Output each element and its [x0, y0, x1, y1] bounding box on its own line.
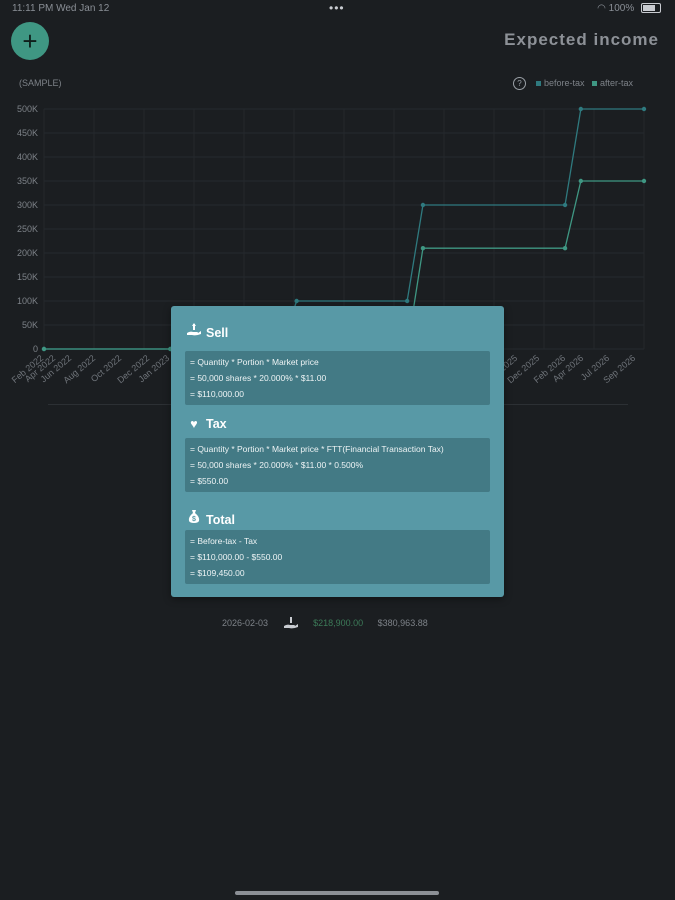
data-point-after-tax — [420, 246, 426, 251]
y-tick-label: 50K — [22, 320, 38, 330]
heart-hand-icon: ♥ — [190, 417, 198, 431]
legend-label: after-tax — [600, 78, 634, 88]
tax-formula-box: = Quantity * Portion * Market price * FT… — [185, 438, 490, 492]
y-tick-label: 400K — [17, 152, 38, 162]
data-point-before-tax — [641, 106, 647, 112]
y-tick-label: 250K — [17, 224, 38, 234]
battery-text: 100% — [608, 3, 635, 14]
sell-hand-icon — [283, 615, 299, 631]
sell-formula-box: = Quantity * Portion * Market price = 50… — [185, 351, 490, 405]
add-button[interactable]: + — [11, 22, 49, 60]
y-tick-label: 0 — [33, 344, 38, 354]
data-point-after-tax — [578, 178, 584, 184]
status-time: 11:11 PM Wed Jan 12 — [12, 3, 110, 14]
sell-line: = 50,000 shares * 20.000% * $11.00 — [190, 373, 327, 383]
battery-icon — [641, 3, 661, 14]
legend-swatch-before-tax — [536, 81, 541, 87]
data-point-before-tax — [294, 298, 299, 304]
data-point-before-tax — [578, 106, 584, 112]
status-right: ◠ 100% — [597, 3, 661, 14]
data-point-before-tax — [404, 298, 410, 304]
y-tick-label: 200K — [17, 248, 38, 258]
data-point-before-tax — [562, 202, 568, 208]
status-bar: 11:11 PM Wed Jan 12 ••• ◠ 100% — [0, 0, 675, 18]
row-before-tax: $218,900.00 — [313, 618, 364, 628]
home-indicator[interactable] — [235, 891, 439, 895]
sell-hand-icon — [186, 323, 202, 340]
tax-line: = $550.00 — [190, 476, 229, 486]
y-tick-label: 300K — [17, 200, 38, 210]
total-line: = Before-tax - Tax — [190, 536, 258, 546]
y-tick-label: 450K — [17, 128, 38, 138]
money-bag-icon: $ — [186, 509, 202, 527]
wifi-icon: ◠ — [597, 3, 606, 14]
sample-label: (SAMPLE) — [19, 78, 62, 88]
chart-legend: before-tax after-tax — [536, 78, 638, 88]
total-title: Total — [206, 513, 235, 527]
legend-swatch-after-tax — [592, 81, 598, 87]
tax-title: Tax — [206, 417, 227, 431]
total-line: = $109,450.00 — [190, 568, 245, 578]
tax-line: = Quantity * Portion * Market price * FT… — [190, 444, 444, 454]
table-row[interactable]: 2026-02-03 $218,900.00 $380,963.88 — [222, 615, 440, 631]
calculation-popup[interactable]: Sell = Quantity * Portion * Market price… — [171, 306, 504, 597]
data-point-before-tax — [420, 202, 426, 208]
sell-line: = $110,000.00 — [190, 389, 244, 399]
data-point-after-tax — [562, 246, 568, 251]
legend-label: before-tax — [544, 78, 585, 88]
legend-item-after-tax[interactable]: after-tax — [592, 78, 633, 88]
y-tick-label: 100K — [17, 296, 38, 306]
tax-heading: ♥ Tax — [186, 417, 227, 431]
tax-line: = 50,000 shares * 20.000% * $11.00 * 0.5… — [190, 460, 364, 470]
total-line: = $110,000.00 - $550.00 — [190, 552, 283, 562]
legend-item-before-tax[interactable]: before-tax — [536, 78, 585, 88]
y-tick-label: 350K — [17, 176, 38, 186]
sell-heading: Sell — [186, 323, 228, 340]
y-tick-label: 150K — [17, 272, 38, 282]
total-formula-box: = Before-tax - Tax = $110,000.00 - $550.… — [185, 530, 490, 584]
row-date: 2026-02-03 — [222, 618, 269, 628]
y-tick-label: 500K — [17, 104, 38, 114]
total-heading: $ Total — [186, 509, 235, 527]
sell-line: = Quantity * Portion * Market price — [190, 357, 319, 367]
multitask-dots-icon[interactable]: ••• — [329, 1, 345, 15]
svg-text:$: $ — [192, 516, 196, 523]
help-icon[interactable]: ? — [513, 77, 526, 90]
row-after-tax: $380,963.88 — [377, 618, 428, 628]
page-title: Expected income — [504, 30, 659, 49]
data-point-after-tax — [641, 178, 647, 184]
data-point-after-tax — [41, 346, 47, 352]
sell-title: Sell — [206, 326, 229, 340]
